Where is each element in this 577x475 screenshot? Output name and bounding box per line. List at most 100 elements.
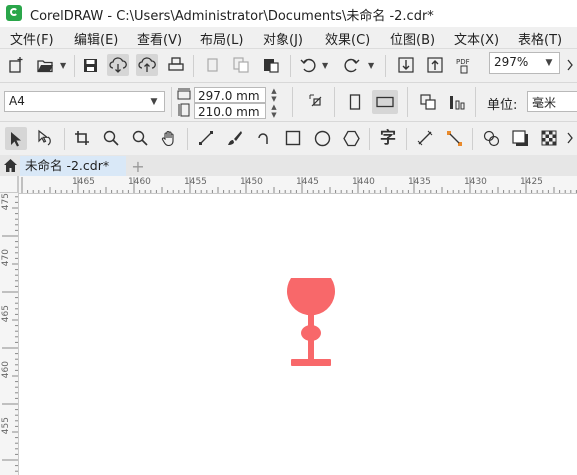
pan-tool-icon[interactable] — [159, 128, 179, 148]
paste-icon[interactable] — [261, 55, 281, 75]
page-width-spinner[interactable]: ▲ ▼ — [267, 87, 281, 103]
ruler-tick-label: 1460 — [128, 177, 151, 187]
separator — [292, 87, 293, 117]
separator — [369, 128, 370, 150]
save-icon[interactable] — [80, 55, 100, 75]
redo-icon[interactable] — [342, 55, 362, 75]
menu-view[interactable]: 查看(V) — [137, 29, 182, 48]
pen-tool-icon[interactable] — [254, 128, 274, 148]
separator — [193, 55, 194, 77]
menu-effects[interactable]: 效果(C) — [325, 29, 370, 48]
separator — [171, 87, 172, 117]
add-tab-button[interactable]: + — [128, 158, 148, 175]
paper-size-combo[interactable]: A4 ▼ — [4, 91, 165, 112]
menu-bitmap[interactable]: 位图(B) — [390, 29, 435, 48]
home-icon[interactable] — [3, 158, 18, 173]
menu-file[interactable]: 文件(F) — [10, 29, 54, 48]
toolbox-overflow-icon[interactable] — [563, 128, 577, 148]
drawing-canvas[interactable] — [19, 194, 577, 475]
page-width-field[interactable]: 297.0 mm — [194, 87, 266, 103]
pick-tool-icon[interactable] — [5, 127, 27, 150]
separator — [385, 55, 386, 77]
dimension-tool-icon[interactable] — [415, 128, 435, 148]
shape-tool-icon[interactable] — [36, 128, 56, 148]
goblet-shape[interactable] — [281, 276, 341, 371]
standard-toolbar: ▼ ▼ ▼ PDF 297% ▼ — [0, 49, 577, 83]
toolbar-overflow-icon[interactable] — [563, 55, 577, 75]
all-pages-icon[interactable] — [418, 92, 438, 112]
vertical-ruler[interactable]: 475 470 465 460 455 — [0, 176, 19, 475]
separator — [407, 87, 408, 117]
new-document-icon[interactable] — [6, 55, 26, 75]
separator — [290, 55, 291, 77]
crop-tool-icon[interactable] — [72, 128, 92, 148]
text-tool-icon[interactable]: 字 — [378, 128, 398, 148]
ruler-tick-label: 1440 — [352, 177, 375, 187]
menu-object[interactable]: 对象(J) — [263, 29, 303, 48]
horizontal-ruler[interactable]: 1465 1460 1455 1450 1445 1440 1435 1430 … — [18, 176, 577, 194]
separator — [187, 128, 188, 150]
title-bar: CorelDRAW - C:\Users\Administrator\Docum… — [0, 0, 577, 26]
paper-size-dropdown-icon[interactable]: ▼ — [146, 92, 162, 111]
goblet-base — [291, 359, 331, 366]
undo-dropdown-icon[interactable]: ▼ — [322, 61, 328, 70]
ruler-tick-label: 475 — [1, 193, 11, 211]
zoom-level-combo[interactable]: 297% ▼ — [489, 52, 560, 74]
current-page-icon[interactable] — [447, 92, 467, 112]
page-height-spinner[interactable]: ▲ ▼ — [267, 103, 281, 119]
separator — [64, 128, 65, 150]
separator — [472, 128, 473, 150]
redo-dropdown-icon[interactable]: ▼ — [368, 61, 374, 70]
window-title: CorelDRAW - C:\Users\Administrator\Docum… — [30, 9, 434, 24]
connector-tool-icon[interactable] — [444, 128, 464, 148]
open-folder-icon[interactable] — [35, 55, 55, 75]
freehand-tool-icon[interactable] — [196, 128, 216, 148]
goblet-stem-lower — [308, 338, 314, 360]
cloud-upload-icon[interactable] — [136, 54, 158, 76]
zoom-out-tool-icon[interactable] — [130, 128, 150, 148]
ruler-tick-label: 470 — [1, 249, 11, 267]
transparency-tool-icon[interactable] — [539, 128, 559, 148]
separator — [406, 128, 407, 150]
drop-shadow-tool-icon[interactable] — [510, 128, 530, 148]
undo-icon[interactable] — [298, 55, 318, 75]
ruler-tick-label: 465 — [1, 305, 11, 323]
print-icon[interactable] — [166, 55, 186, 75]
separator — [334, 87, 335, 117]
landscape-orientation-icon[interactable] — [372, 90, 398, 114]
ruler-tick-label: 1450 — [240, 177, 263, 187]
blend-tool-icon[interactable] — [481, 128, 501, 148]
zoom-tool-icon[interactable] — [101, 128, 121, 148]
ruler-tick-label: 1435 — [408, 177, 431, 187]
page-options-icon[interactable] — [307, 92, 327, 112]
unit-combo[interactable]: 毫米 — [527, 91, 577, 112]
ruler-origin-corner[interactable] — [0, 176, 18, 193]
goblet-bowl — [287, 278, 335, 316]
import-icon[interactable] — [396, 55, 416, 75]
artistic-media-tool-icon[interactable] — [225, 128, 245, 148]
portrait-orientation-icon[interactable] — [345, 92, 365, 112]
publish-pdf-icon[interactable]: PDF — [454, 55, 474, 75]
document-tab[interactable]: 未命名 -2.cdr* — [20, 156, 126, 176]
ruler-tick-label: 1430 — [464, 177, 487, 187]
cloud-download-icon[interactable] — [107, 54, 129, 76]
zoom-level-value: 297% — [494, 55, 529, 69]
ruler-tick-label: 1425 — [520, 177, 543, 187]
ellipse-tool-icon[interactable] — [312, 128, 332, 148]
menu-table[interactable]: 表格(T) — [518, 29, 562, 48]
export-icon[interactable] — [425, 55, 445, 75]
ruler-tick-label: 1455 — [184, 177, 207, 187]
zoom-dropdown-icon[interactable]: ▼ — [541, 53, 557, 73]
open-dropdown-icon[interactable]: ▼ — [60, 61, 66, 70]
page-height-icon — [176, 102, 192, 118]
ruler-tick-label: 1445 — [296, 177, 319, 187]
menu-layout[interactable]: 布局(L) — [200, 29, 243, 48]
page-height-field[interactable]: 210.0 mm — [194, 103, 266, 119]
polygon-tool-icon[interactable] — [341, 128, 361, 148]
menu-text[interactable]: 文本(X) — [454, 29, 499, 48]
rectangle-tool-icon[interactable] — [283, 128, 303, 148]
unit-label: 单位: — [487, 98, 518, 113]
ruler-tick-label: 1465 — [72, 177, 95, 187]
menu-edit[interactable]: 编辑(E) — [74, 29, 118, 48]
svg-text:PDF: PDF — [456, 58, 470, 66]
